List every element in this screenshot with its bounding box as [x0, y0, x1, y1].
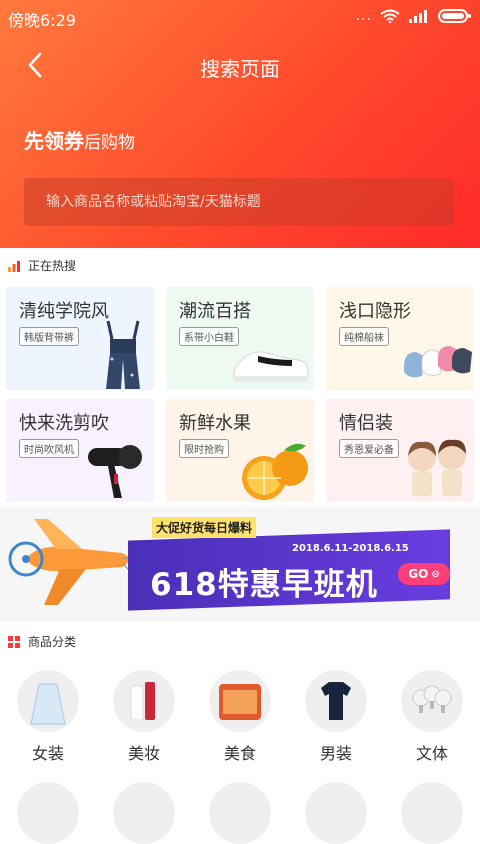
hot-item-tag: 限时抢购 — [179, 439, 229, 458]
hot-item-card[interactable]: 清纯学院风 韩版背带裤 — [6, 287, 154, 390]
banner-go-label: GO — [408, 567, 429, 581]
category-image — [17, 782, 79, 844]
hot-item-tag: 纯棉船袜 — [339, 327, 389, 346]
category-item[interactable]: 女装 — [8, 670, 88, 764]
category-image-mens — [305, 670, 367, 732]
category-grid-icon — [8, 635, 20, 648]
hot-item-name: 新鲜水果 — [179, 413, 251, 434]
status-dots: ... — [355, 8, 372, 24]
category-image-food — [209, 670, 271, 732]
status-time: 傍晚6:29 — [8, 11, 76, 30]
hot-section-title: 正在热搜 — [28, 259, 77, 273]
trending-bars-icon — [8, 260, 20, 272]
category-image-stationery — [401, 670, 463, 732]
search-input[interactable] — [24, 178, 454, 226]
hot-section-header: 正在热搜 — [8, 257, 76, 274]
category-image-beauty — [113, 670, 175, 732]
sneaker-image — [233, 351, 309, 382]
banner-headline: 大促好货每日爆料 — [152, 517, 257, 538]
category-label: 男装 — [319, 744, 352, 763]
category-label: 美妆 — [127, 744, 160, 763]
banner-go-button[interactable]: GO ⊙ — [398, 563, 450, 585]
promo-banner[interactable]: 大促好货每日爆料 2018.6.11-2018.6.15 618特惠早班机 GO… — [0, 507, 480, 622]
category-item[interactable] — [8, 782, 88, 844]
category-item[interactable] — [104, 782, 184, 844]
arrow-circle-icon: ⊙ — [431, 568, 440, 580]
category-label: 文体 — [415, 744, 448, 763]
nav-bar: 搜索页面 — [0, 40, 480, 90]
hot-item-tag: 韩版背带裤 — [19, 327, 79, 346]
category-item[interactable]: 文体 — [392, 670, 472, 764]
category-image-womens — [17, 670, 79, 732]
banner-title: 618特惠早班机 — [150, 567, 378, 603]
cell-signal-icon — [409, 10, 427, 23]
banner-date-range: 2018.6.11-2018.6.15 — [292, 543, 409, 554]
search-box[interactable] — [24, 178, 454, 226]
hot-item-card[interactable]: 浅口隐形 纯棉船袜 — [326, 287, 474, 390]
category-section-title: 商品分类 — [28, 635, 77, 649]
hair-dryer-image — [88, 445, 142, 498]
category-image — [401, 782, 463, 844]
category-image — [305, 782, 367, 844]
hot-item-name: 情侣装 — [339, 413, 393, 434]
status-bar: 傍晚6:29 ... — [0, 0, 480, 32]
page-title: 搜索页面 — [200, 57, 280, 81]
header-area: 傍晚6:29 ... 搜索页面 先领券后购物 输入商品名称或粘贴淘宝/天猫标题 — [0, 0, 480, 248]
category-image — [113, 782, 175, 844]
category-section-header: 商品分类 — [8, 633, 76, 650]
status-icons: ... — [356, 8, 472, 24]
hot-item-card[interactable]: 潮流百搭 系带小白鞋 — [166, 287, 314, 390]
hot-item-card[interactable]: 新鲜水果 限时抢购 — [166, 399, 314, 502]
hot-item-tag: 秀恩爱必备 — [339, 439, 399, 458]
hot-item-card[interactable]: 情侣装 秀恩爱必备 — [326, 399, 474, 502]
hot-item-name: 潮流百搭 — [179, 301, 251, 322]
couple-illustration-image — [408, 439, 466, 496]
hot-item-card[interactable]: 快来洗剪吹 时尚吹风机 — [6, 399, 154, 502]
hero-slogan: 先领券后购物 — [24, 125, 135, 154]
category-image — [209, 782, 271, 844]
category-item[interactable]: 美食 — [200, 670, 280, 764]
hot-search-grid: 清纯学院风 韩版背带裤 潮流百搭 系带小白鞋 浅口隐形 纯棉船袜 快来洗剪吹 时… — [0, 285, 480, 505]
battery-icon — [438, 9, 471, 23]
category-item[interactable]: 男装 — [296, 670, 376, 764]
wifi-icon — [380, 9, 400, 23]
hot-item-tag: 时尚吹风机 — [19, 439, 79, 458]
socks-image — [404, 346, 472, 378]
slogan-bold: 先领券 — [24, 129, 84, 153]
category-item[interactable] — [392, 782, 472, 844]
overalls-image — [106, 320, 140, 389]
slogan-rest: 后购物 — [84, 133, 135, 153]
category-item[interactable] — [200, 782, 280, 844]
category-label: 美食 — [223, 744, 256, 763]
orange-fruit-image — [242, 443, 308, 500]
hot-item-name: 浅口隐形 — [339, 301, 411, 322]
category-item[interactable] — [296, 782, 376, 844]
category-item[interactable]: 美妆 — [104, 670, 184, 764]
hot-item-name: 快来洗剪吹 — [19, 413, 109, 434]
category-label: 女装 — [31, 744, 64, 763]
